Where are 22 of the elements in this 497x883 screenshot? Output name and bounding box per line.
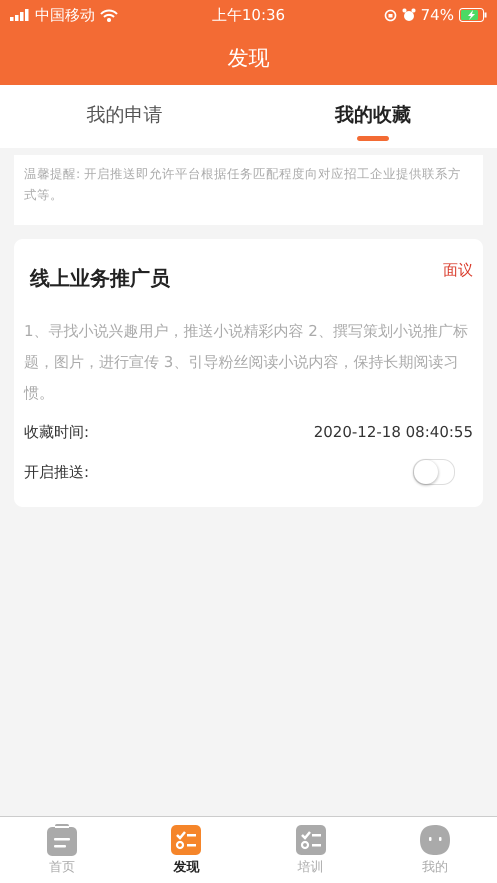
job-description: 1、寻找小说兴趣用户，推送小说精彩内容 2、撰写策划小说推广标题，图片，进行宣传 3、引导粉丝阅读小说内容，保持长期阅读习惯。 [24, 321, 469, 404]
job-title: 线上业务推广员 [28, 265, 170, 292]
wifi-icon [100, 8, 118, 22]
job-card[interactable]: 线上业务推广员 面议 1、寻找小说兴趣用户，推送小说精彩内容 2、撰写策划小说推广标题，图片，进行宣传 3、引导粉丝阅读小说内容，保持长期阅读习惯。 收藏时间: 2020-12-18 08:40:55 开启推送: [14, 239, 483, 507]
clipboard-icon [46, 824, 78, 856]
page-title: 发现 [226, 44, 270, 72]
time-label: 收藏时间: [24, 422, 90, 442]
battery-percent: 74% [420, 6, 454, 24]
push-label: 开启推送: [24, 462, 90, 482]
signal-icon [10, 9, 30, 21]
status-time: 上午10:36 [212, 6, 286, 24]
rotation-lock-icon [384, 8, 397, 22]
push-toggle[interactable] [413, 459, 455, 485]
face-icon [418, 824, 451, 856]
battery-icon [458, 8, 487, 22]
checklist-icon [170, 824, 202, 856]
alarm-icon [402, 8, 416, 22]
notice-text: 温馨提醒: 开启推送即允许平台根据任务匹配程度向对应招工企业提供联系方式等。 [14, 155, 483, 225]
checklist-icon [294, 824, 327, 856]
carrier-name: 中国移动 [35, 6, 95, 24]
time-value: 2020-12-18 08:40:55 [314, 423, 473, 441]
salary-text: 面议 [443, 261, 473, 280]
